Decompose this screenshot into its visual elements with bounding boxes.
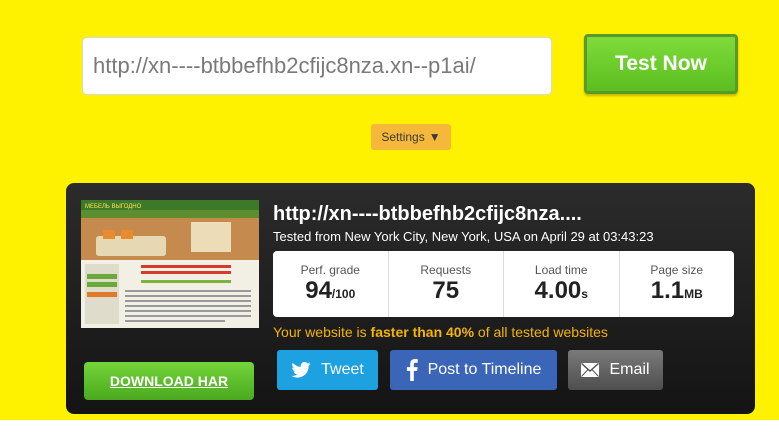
tweet-label: Tweet [321, 361, 364, 378]
summary-highlight: faster than 40% [370, 324, 475, 340]
metric-value-group: 4.00s [535, 277, 588, 305]
metric-perf-grade: Perf. grade 94/100 [273, 251, 389, 317]
metric-value: 1.1 [650, 277, 685, 304]
metric-value: 75 [432, 277, 460, 304]
email-label: Email [609, 361, 650, 378]
summary-suffix: of all tested websites [474, 324, 608, 340]
metrics-panel: Perf. grade 94/100 Requests 75 Load time… [273, 251, 734, 317]
metric-value: 94 [305, 277, 332, 304]
tested-from-text: Tested from New York City, New York, USA… [273, 229, 654, 244]
tweet-button[interactable]: Tweet [277, 350, 378, 390]
speed-summary: Your website is faster than 40% of all t… [273, 324, 608, 340]
settings-label: Settings [381, 130, 425, 144]
metric-value: 4.00 [534, 277, 582, 304]
site-screenshot-thumbnail[interactable]: МЕБЕЛЬ ВЫГОДНО [81, 200, 259, 328]
envelope-icon [581, 363, 600, 377]
download-har-button[interactable]: DOWNLOAD HAR [84, 362, 254, 400]
metric-value-group: 75 [432, 277, 459, 305]
summary-prefix: Your website is [273, 324, 371, 340]
metric-requests: Requests 75 [389, 251, 504, 317]
metric-label: Requests [420, 263, 472, 277]
post-to-timeline-button[interactable]: Post to Timeline [390, 350, 557, 390]
tested-site-url: http://xn----btbbefhb2cfijc8nza.... [273, 203, 582, 225]
metric-unit: MB [684, 287, 703, 301]
metric-page-size: Page size 1.1MB [620, 251, 735, 317]
metric-value-group: 94/100 [305, 277, 355, 305]
url-input[interactable] [82, 37, 552, 95]
metric-label: Perf. grade [300, 263, 360, 277]
post-to-timeline-label: Post to Timeline [427, 361, 542, 378]
settings-dropdown-button[interactable]: Settings ▼ [371, 124, 451, 150]
thumbnail-image: МЕБЕЛЬ ВЫГОДНО [81, 200, 259, 328]
chevron-down-icon: ▼ [428, 130, 441, 144]
test-now-button[interactable]: Test Now [584, 34, 738, 94]
metric-label: Load time [534, 263, 588, 277]
thumbnail-logo-text: МЕБЕЛЬ ВЫГОДНО [85, 204, 142, 210]
twitter-bird-icon [291, 362, 311, 378]
metric-unit: /100 [331, 287, 356, 301]
metric-value-group: 1.1MB [651, 277, 703, 305]
facebook-f-icon [406, 359, 418, 381]
metric-load-time: Load time 4.00s [504, 251, 620, 317]
metric-label: Page size [650, 263, 704, 277]
metric-unit: s [581, 287, 588, 301]
email-button[interactable]: Email [568, 350, 663, 390]
